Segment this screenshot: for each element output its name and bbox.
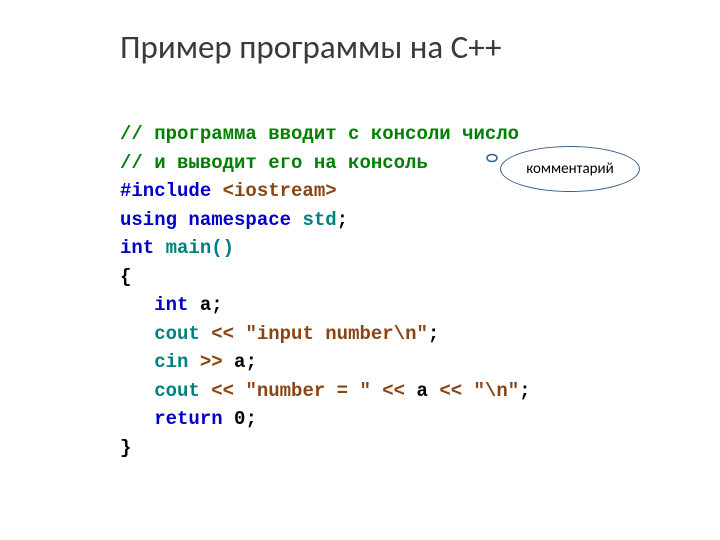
slide-title: Пример программы на С++ (120, 28, 610, 68)
op-ll-3: << (382, 380, 405, 402)
cout-1: cout (154, 323, 211, 345)
semi-3: ; (428, 323, 439, 345)
zero: 0 (223, 408, 246, 430)
brace-open: { (120, 266, 131, 288)
semi-1: ; (337, 209, 348, 231)
a-ref: a (223, 351, 246, 373)
kw-using: using (120, 209, 177, 231)
a-out: a (405, 380, 439, 402)
indent-5 (120, 408, 154, 430)
kw-return: return (154, 408, 222, 430)
code-comment-2: // и выводит его на консоль (120, 152, 428, 174)
indent-4 (120, 380, 154, 402)
op-rr: >> (200, 351, 223, 373)
var-a: a (188, 294, 211, 316)
callout-bubble: комментарий (500, 146, 640, 192)
semi-2: ; (211, 294, 222, 316)
ns-std: std (291, 209, 337, 231)
brace-close: } (120, 437, 131, 459)
op-ll-1: << (211, 323, 234, 345)
str-nl: "\n" (462, 380, 519, 402)
semi-4: ; (245, 351, 256, 373)
callout: комментарий (500, 146, 640, 192)
cout-2: cout (154, 380, 211, 402)
kw-include: #include (120, 180, 211, 202)
kw-int-1: int (120, 237, 154, 259)
indent-3 (120, 351, 154, 373)
op-ll-2: << (211, 380, 234, 402)
indent-2 (120, 323, 154, 345)
str-input: "input number\n" (234, 323, 428, 345)
op-ll-4: << (439, 380, 462, 402)
code-comment-1: // программа вводит с консоли число (120, 123, 519, 145)
include-header: <iostream> (211, 180, 336, 202)
indent-1 (120, 294, 154, 316)
slide: Пример программы на С++ // программа вво… (0, 0, 720, 540)
str-number: "number = " (234, 380, 382, 402)
semi-6: ; (245, 408, 256, 430)
main-name: main() (154, 237, 234, 259)
semi-5: ; (519, 380, 530, 402)
kw-namespace: namespace (177, 209, 291, 231)
kw-int-2: int (154, 294, 188, 316)
cin: cin (154, 351, 200, 373)
callout-label: комментарий (526, 160, 614, 178)
